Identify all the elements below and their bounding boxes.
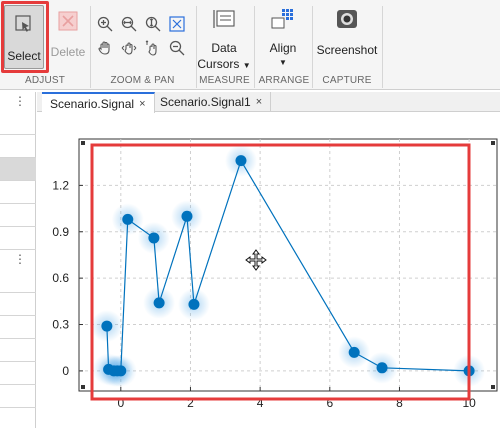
list-item[interactable]	[0, 385, 36, 408]
signal-chart[interactable]: 0 2 4 6 8 1000.30.60.91.2	[37, 113, 500, 428]
tab-scenario-signal[interactable]: Scenario.Signal ×	[42, 92, 155, 113]
data-cursors-icon	[211, 8, 237, 33]
zoom-y-icon[interactable]	[145, 16, 161, 35]
close-icon[interactable]: ×	[256, 96, 262, 108]
data-point[interactable]	[122, 213, 134, 225]
tab-bar: Scenario.Signal × Scenario.Signal1 ×	[37, 92, 500, 113]
list-item[interactable]	[0, 293, 36, 316]
pan-x-icon[interactable]	[121, 40, 137, 59]
toolstrip: Select Delete ADJUST ZOOM & PAN Data Cur…	[0, 0, 500, 90]
screenshot-label: Screenshot	[316, 43, 378, 57]
data-point[interactable]	[181, 210, 193, 222]
align-button[interactable]: Align ▼	[257, 8, 309, 67]
fit-to-view-icon[interactable]	[169, 16, 185, 35]
list-item[interactable]	[0, 135, 36, 158]
tab-scenario-signal1[interactable]: Scenario.Signal1 ×	[152, 92, 272, 112]
zoom-in-icon[interactable]	[97, 16, 113, 35]
list-item[interactable]	[0, 270, 36, 293]
zoom-pan-grid	[95, 14, 187, 64]
tab-label: Scenario.Signal	[50, 96, 135, 111]
y-tick-label: 1.2	[52, 178, 69, 192]
close-icon[interactable]: ×	[139, 98, 145, 110]
list-item[interactable]	[0, 339, 36, 362]
group-label-arrange: ARRANGE	[258, 75, 310, 86]
separator	[254, 6, 255, 88]
data-point[interactable]	[235, 155, 247, 167]
chevron-down-icon: ▼	[279, 58, 287, 67]
delete-label: Delete	[50, 45, 86, 59]
panel-menu-icon[interactable]: ⋮	[14, 94, 26, 108]
separator	[382, 6, 383, 88]
data-point[interactable]	[148, 232, 160, 244]
delete-button[interactable]: Delete	[50, 10, 86, 59]
data-point[interactable]	[376, 362, 388, 374]
resize-handle[interactable]	[491, 141, 495, 145]
select-label: Select	[7, 49, 41, 63]
group-label-adjust: ADJUST	[24, 75, 66, 86]
zoom-x-icon[interactable]	[121, 16, 137, 35]
data-cursors-label-2: Cursors ▼	[197, 57, 251, 71]
align-label: Align	[269, 41, 297, 55]
list-item[interactable]	[0, 204, 36, 227]
data-point[interactable]	[153, 297, 165, 309]
y-tick-label: 0.9	[52, 225, 69, 239]
group-label-zoom-pan: ZOOM & PAN	[110, 75, 175, 86]
list-item[interactable]	[0, 158, 36, 181]
axes-box	[78, 138, 498, 392]
left-panel: ⋮ ⋮	[0, 92, 36, 428]
list-item[interactable]	[0, 112, 36, 135]
list-item[interactable]	[0, 316, 36, 339]
tab-label: Scenario.Signal1	[160, 95, 251, 109]
y-tick-label: 0.3	[52, 318, 69, 332]
list-item[interactable]	[0, 181, 36, 204]
plot-area: 0 2 4 6 8 10 0 0.3 0.6 0.9 1.2	[37, 113, 500, 428]
data-point[interactable]	[115, 365, 127, 377]
resize-handle[interactable]	[81, 385, 85, 389]
pan-icon[interactable]	[97, 40, 113, 59]
data-cursors-button[interactable]: Data Cursors ▼	[197, 8, 251, 71]
delete-icon	[57, 10, 79, 35]
group-label-capture: CAPTURE	[322, 75, 372, 86]
group-label-measure: MEASURE	[199, 75, 250, 86]
panel-menu-icon[interactable]: ⋮	[14, 252, 26, 266]
y-tick-label: 0	[62, 364, 69, 378]
zoom-out-icon[interactable]	[169, 40, 185, 59]
pan-y-icon[interactable]	[145, 40, 161, 59]
data-point[interactable]	[101, 320, 113, 332]
select-button[interactable]: Select	[4, 5, 44, 69]
screenshot-button[interactable]: Screenshot	[314, 8, 380, 57]
list-item[interactable]	[0, 227, 36, 250]
resize-handle[interactable]	[81, 141, 85, 145]
resize-handle[interactable]	[491, 385, 495, 389]
camera-icon	[335, 8, 359, 33]
data-point[interactable]	[188, 298, 200, 310]
data-cursors-label-1: Data	[211, 41, 237, 55]
list-item[interactable]	[0, 362, 36, 385]
y-tick-label: 0.6	[52, 271, 69, 285]
select-icon	[14, 14, 34, 37]
data-point[interactable]	[348, 346, 360, 358]
grid-layout-icon	[270, 8, 296, 33]
chevron-down-icon: ▼	[242, 61, 251, 70]
